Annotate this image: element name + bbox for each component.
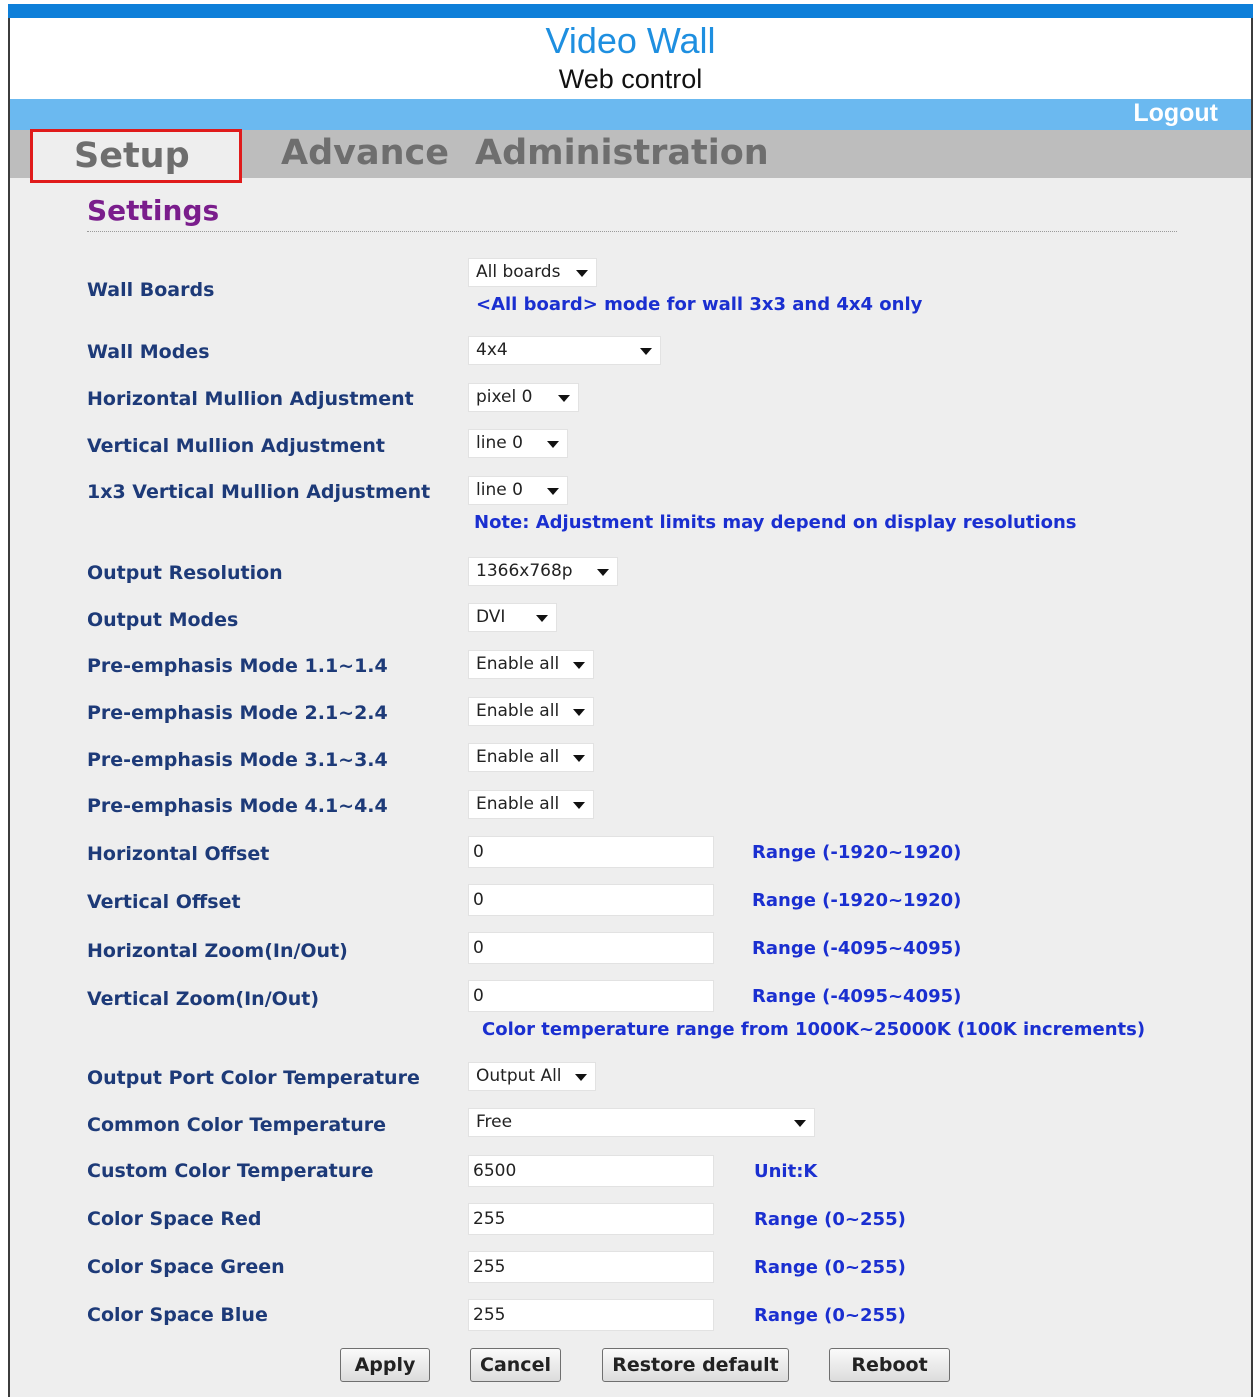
tab-setup-label: Setup bbox=[74, 136, 190, 176]
wall-modes-value: 4x4 bbox=[476, 340, 508, 360]
apply-button[interactable]: Apply bbox=[340, 1348, 430, 1382]
chevron-down-icon bbox=[573, 755, 585, 762]
top-strip bbox=[8, 4, 1253, 18]
chevron-down-icon bbox=[573, 662, 585, 669]
h-mullion-select[interactable]: pixel 0 bbox=[468, 383, 579, 412]
wall-modes-label: Wall Modes bbox=[87, 341, 210, 363]
chevron-down-icon bbox=[573, 802, 585, 809]
preemph-3-value: Enable all bbox=[476, 747, 560, 767]
wall-modes-select[interactable]: 4x4 bbox=[468, 336, 661, 365]
reboot-button[interactable]: Reboot bbox=[829, 1348, 950, 1382]
color-temp-note: Color temperature range from 1000K~25000… bbox=[482, 1019, 1146, 1040]
cancel-button[interactable]: Cancel bbox=[470, 1348, 561, 1382]
restore-default-button[interactable]: Restore default bbox=[602, 1348, 789, 1382]
v-offset-input[interactable]: 0 bbox=[468, 884, 714, 916]
app-subtitle: Web control bbox=[558, 64, 703, 94]
preemph-2-value: Enable all bbox=[476, 701, 560, 721]
chevron-down-icon bbox=[576, 270, 588, 277]
preemph-3-select[interactable]: Enable all bbox=[468, 743, 594, 772]
h-offset-input[interactable]: 0 bbox=[468, 836, 714, 868]
h-mullion-value: pixel 0 bbox=[476, 387, 533, 407]
wall-boards-label: Wall Boards bbox=[87, 279, 215, 301]
output-resolution-value: 1366x768p bbox=[476, 561, 573, 581]
v-mullion-1x3-select[interactable]: line 0 bbox=[468, 476, 568, 505]
output-resolution-label: Output Resolution bbox=[87, 562, 283, 584]
v-mullion-1x3-label: 1x3 Vertical Mullion Adjustment bbox=[87, 481, 431, 503]
mullion-note: Note: Adjustment limits may depend on di… bbox=[474, 512, 1077, 533]
h-offset-label: Horizontal Offset bbox=[87, 843, 270, 865]
preemph-3-label: Pre-emphasis Mode 3.1~3.4 bbox=[87, 749, 388, 771]
preemph-4-value: Enable all bbox=[476, 794, 560, 814]
chevron-down-icon bbox=[794, 1120, 806, 1127]
custom-ct-input[interactable]: 6500 bbox=[468, 1155, 714, 1187]
h-zoom-range: Range (-4095~4095) bbox=[752, 938, 962, 959]
preemph-4-label: Pre-emphasis Mode 4.1~4.4 bbox=[87, 795, 388, 817]
common-ct-select[interactable]: Free bbox=[468, 1108, 815, 1137]
output-port-ct-select[interactable]: Output All bbox=[468, 1062, 596, 1091]
preemph-1-value: Enable all bbox=[476, 654, 560, 674]
v-mullion-1x3-value: line 0 bbox=[476, 480, 523, 500]
v-zoom-label: Vertical Zoom(In/Out) bbox=[87, 988, 320, 1010]
common-ct-value: Free bbox=[476, 1112, 513, 1132]
cs-red-range: Range (0~255) bbox=[754, 1209, 906, 1230]
wall-boards-note: <All board> mode for wall 3x3 and 4x4 on… bbox=[476, 294, 923, 315]
h-zoom-input[interactable]: 0 bbox=[468, 932, 714, 964]
chevron-down-icon bbox=[536, 615, 548, 622]
chevron-down-icon bbox=[640, 348, 652, 355]
tab-advance[interactable]: Advance bbox=[281, 130, 449, 176]
cs-blue-label: Color Space Blue bbox=[87, 1304, 268, 1326]
v-offset-label: Vertical Offset bbox=[87, 891, 241, 913]
preemph-2-select[interactable]: Enable all bbox=[468, 697, 594, 726]
cs-red-label: Color Space Red bbox=[87, 1208, 262, 1230]
chevron-down-icon bbox=[558, 395, 570, 402]
v-mullion-value: line 0 bbox=[476, 433, 523, 453]
output-resolution-select[interactable]: 1366x768p bbox=[468, 557, 618, 586]
output-port-ct-value: Output All bbox=[476, 1066, 562, 1086]
custom-ct-unit: Unit:K bbox=[754, 1161, 818, 1182]
cs-blue-input[interactable]: 255 bbox=[468, 1299, 714, 1331]
cs-green-input[interactable]: 255 bbox=[468, 1251, 714, 1283]
v-mullion-label: Vertical Mullion Adjustment bbox=[87, 435, 385, 457]
chevron-down-icon bbox=[547, 441, 559, 448]
chevron-down-icon bbox=[575, 1074, 587, 1081]
common-ct-label: Common Color Temperature bbox=[87, 1114, 386, 1136]
v-zoom-input[interactable]: 0 bbox=[468, 980, 714, 1012]
output-modes-select[interactable]: DVI bbox=[468, 603, 557, 632]
preemph-1-label: Pre-emphasis Mode 1.1~1.4 bbox=[87, 655, 388, 677]
section-divider bbox=[87, 231, 1177, 232]
section-title: Settings bbox=[87, 194, 220, 227]
cs-blue-range: Range (0~255) bbox=[754, 1305, 906, 1326]
preemph-4-select[interactable]: Enable all bbox=[468, 790, 594, 819]
cs-green-range: Range (0~255) bbox=[754, 1257, 906, 1278]
output-port-ct-label: Output Port Color Temperature bbox=[87, 1067, 420, 1089]
cs-green-label: Color Space Green bbox=[87, 1256, 285, 1278]
h-mullion-label: Horizontal Mullion Adjustment bbox=[87, 388, 414, 410]
logout-link[interactable]: Logout bbox=[1133, 99, 1218, 128]
chevron-down-icon bbox=[597, 569, 609, 576]
app-title: Video Wall bbox=[545, 20, 716, 61]
wall-boards-value: All boards bbox=[476, 262, 561, 282]
chevron-down-icon bbox=[547, 488, 559, 495]
v-zoom-range: Range (-4095~4095) bbox=[752, 986, 962, 1007]
h-offset-range: Range (-1920~1920) bbox=[752, 842, 962, 863]
header: Video Wall Web control bbox=[10, 18, 1251, 99]
chevron-down-icon bbox=[573, 709, 585, 716]
h-zoom-label: Horizontal Zoom(In/Out) bbox=[87, 940, 348, 962]
cs-red-input[interactable]: 255 bbox=[468, 1203, 714, 1235]
output-modes-label: Output Modes bbox=[87, 609, 239, 631]
custom-ct-label: Custom Color Temperature bbox=[87, 1160, 374, 1182]
user-bar: Logout bbox=[10, 99, 1251, 130]
v-mullion-select[interactable]: line 0 bbox=[468, 429, 568, 458]
tab-administration[interactable]: Administration bbox=[475, 130, 769, 176]
tab-setup[interactable]: Setup bbox=[30, 129, 242, 183]
v-offset-range: Range (-1920~1920) bbox=[752, 890, 962, 911]
preemph-2-label: Pre-emphasis Mode 2.1~2.4 bbox=[87, 702, 388, 724]
output-modes-value: DVI bbox=[476, 607, 506, 627]
preemph-1-select[interactable]: Enable all bbox=[468, 650, 594, 679]
wall-boards-select[interactable]: All boards bbox=[468, 258, 597, 287]
